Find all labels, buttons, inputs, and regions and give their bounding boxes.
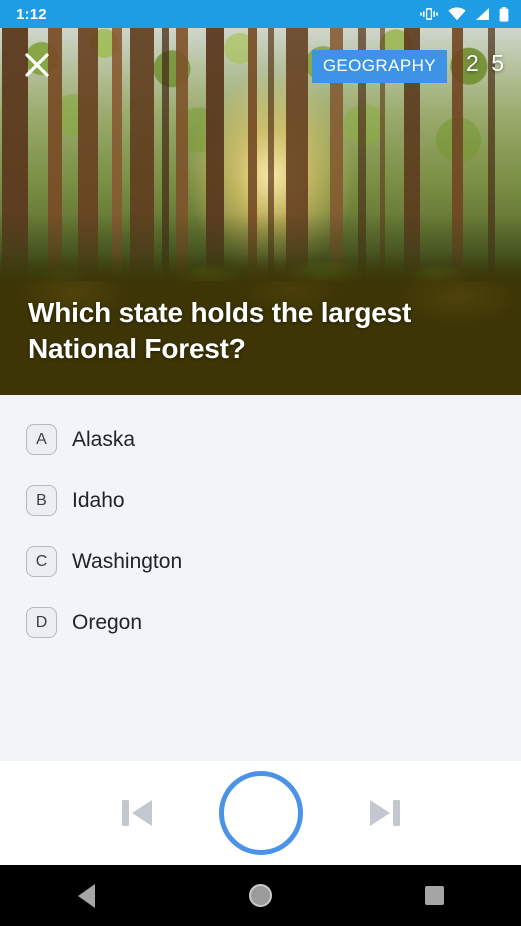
answer-label: Alaska [72, 427, 136, 451]
skip-next-icon [369, 800, 400, 826]
wifi-icon [448, 7, 466, 21]
answer-letter-badge: A [26, 424, 57, 455]
answer-letter-badge: B [26, 485, 57, 516]
skip-previous-icon [121, 800, 152, 826]
nav-back-button[interactable] [52, 865, 122, 926]
back-triangle-icon [78, 883, 96, 908]
answer-option-b[interactable]: B Idaho [0, 470, 521, 531]
answer-option-a[interactable]: A Alaska [0, 409, 521, 470]
nav-home-button[interactable] [225, 865, 295, 926]
question-text: Which state holds the largest National F… [28, 297, 412, 364]
nav-recents-button[interactable] [399, 865, 469, 926]
vibrate-icon [420, 8, 438, 20]
close-icon [25, 53, 49, 77]
next-button[interactable] [365, 795, 405, 831]
category-badge: GEOGRAPHY [311, 50, 447, 83]
answers-list: A Alaska B Idaho C Washington D Oregon [0, 395, 521, 761]
record-button[interactable] [218, 771, 303, 855]
app-root: 1:12 GEOGRAPHY 2 5 Which state holds the… [0, 0, 521, 926]
player-control-bar [0, 761, 521, 865]
answer-letter-badge: C [26, 546, 57, 577]
android-nav-bar [0, 865, 521, 926]
answer-option-c[interactable]: C Washington [0, 531, 521, 592]
home-circle-icon [248, 884, 272, 907]
answer-label: Oregon [72, 610, 143, 634]
answer-letter-badge: D [26, 607, 57, 638]
recents-square-icon [424, 886, 444, 905]
signal-icon [476, 8, 489, 20]
status-icons [419, 6, 509, 22]
previous-button[interactable] [117, 795, 157, 831]
answer-option-d[interactable]: D Oregon [0, 592, 521, 653]
status-bar: 1:12 [0, 0, 521, 28]
answer-label: Washington [72, 549, 183, 573]
answer-label: Idaho [72, 488, 125, 512]
question-counter: 2 5 [466, 50, 507, 76]
status-time: 1:12 [16, 5, 47, 23]
battery-icon [499, 6, 509, 22]
close-button[interactable] [18, 46, 56, 84]
